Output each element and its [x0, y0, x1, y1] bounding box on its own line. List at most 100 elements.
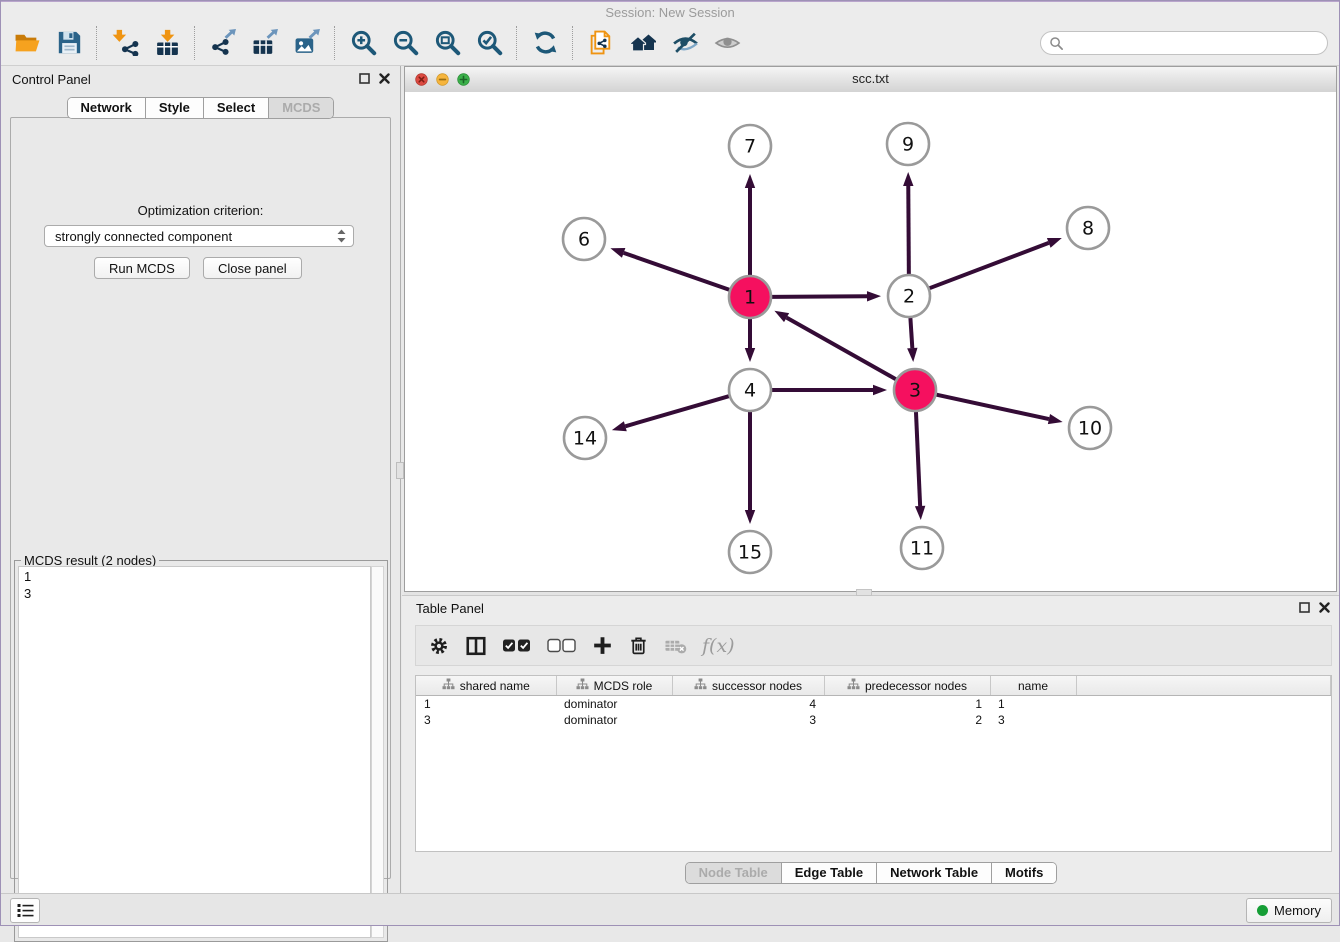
mcds-result-scrollbar[interactable]	[371, 566, 384, 938]
graph-node-7[interactable]: 7	[729, 125, 771, 167]
tab-mcds[interactable]: MCDS	[268, 98, 333, 118]
float-panel-icon[interactable]	[359, 73, 370, 84]
hide-unselected-button[interactable]	[664, 23, 706, 63]
node-table-body: 1dominator4113dominator323	[416, 696, 1331, 729]
column-header-mcds-role[interactable]: MCDS role	[556, 676, 672, 696]
network-window-titlebar[interactable]: scc.txt	[405, 67, 1336, 93]
close-table-panel-icon[interactable]	[1319, 602, 1330, 613]
criterion-dropdown[interactable]: strongly connected component	[44, 225, 354, 247]
deselect-all-button[interactable]	[547, 631, 577, 661]
graph-edge-3-10[interactable]	[936, 395, 1062, 425]
graph-edge-1-7[interactable]	[745, 174, 755, 275]
toolbar-separator	[96, 26, 98, 60]
delete-row-button[interactable]	[628, 631, 649, 661]
column-manager-button[interactable]	[465, 631, 487, 661]
table-cell[interactable]: 1	[990, 696, 1076, 713]
float-table-panel-icon[interactable]	[1299, 602, 1310, 613]
tab-network-table[interactable]: Network Table	[876, 863, 991, 883]
graph-edge-4-3[interactable]	[772, 385, 887, 395]
graph-edge-1-2[interactable]	[772, 291, 881, 301]
table-row[interactable]: 1dominator411	[416, 696, 1331, 713]
delete-table-icon	[664, 635, 687, 656]
delete-table-button[interactable]	[664, 631, 687, 661]
zoom-in-button[interactable]	[342, 23, 384, 63]
graph-node-11[interactable]: 11	[901, 527, 943, 569]
table-toolbar: f(x)	[415, 625, 1332, 666]
zoom-out-button[interactable]	[384, 23, 426, 63]
table-cell[interactable]: 3	[672, 712, 824, 728]
tab-style[interactable]: Style	[145, 98, 203, 118]
graph-node-14[interactable]: 14	[564, 417, 606, 459]
zoom-fit-button[interactable]	[426, 23, 468, 63]
graph-edge-4-15[interactable]	[745, 412, 755, 524]
graph-edge-2-3[interactable]	[907, 318, 917, 362]
export-image-button[interactable]	[286, 23, 328, 63]
graph-node-6[interactable]: 6	[563, 218, 605, 260]
graph-edge-3-11[interactable]	[915, 412, 925, 520]
import-table-button[interactable]	[146, 23, 188, 63]
tab-edge-table[interactable]: Edge Table	[781, 863, 876, 883]
graph-node-10[interactable]: 10	[1069, 407, 1111, 449]
graph-edge-1-4[interactable]	[745, 319, 755, 362]
node-table-header-row: shared nameMCDS rolesuccessor nodesprede…	[416, 676, 1331, 696]
graph-node-1[interactable]: 1	[729, 276, 771, 318]
search-input[interactable]	[1068, 32, 1327, 54]
export-table-button[interactable]	[244, 23, 286, 63]
graph-node-2[interactable]: 2	[888, 275, 930, 317]
home-layout-button[interactable]	[622, 23, 664, 63]
graph-node-3[interactable]: 3	[894, 369, 936, 411]
table-cell[interactable]: 1	[824, 696, 990, 713]
column-header-name[interactable]: name	[990, 676, 1076, 696]
network-graph[interactable]: 7 9 6 8 1 2 4 3 14 10 15 11	[405, 92, 1336, 591]
graph-node-15[interactable]: 15	[729, 531, 771, 573]
column-header-shared-name[interactable]: shared name	[416, 676, 556, 696]
graph-edge-4-14[interactable]	[612, 396, 729, 431]
close-panel-button[interactable]: Close panel	[203, 257, 302, 279]
table-cell[interactable]: dominator	[556, 712, 672, 728]
zoom-selected-button[interactable]	[468, 23, 510, 63]
graph-edge-1-6[interactable]	[610, 248, 729, 290]
tab-node-table[interactable]: Node Table	[686, 863, 781, 883]
add-row-button[interactable]	[592, 631, 613, 661]
vertical-splitter-handle[interactable]	[396, 462, 404, 479]
copy-network-button[interactable]	[580, 23, 622, 63]
column-header-predecessor-nodes[interactable]: predecessor nodes	[824, 676, 990, 696]
optimization-label: Optimization criterion:	[0, 203, 401, 218]
search-box[interactable]	[1040, 31, 1328, 55]
tab-motifs[interactable]: Motifs	[991, 863, 1056, 883]
graph-node-8[interactable]: 8	[1067, 207, 1109, 249]
graph-node-4[interactable]: 4	[729, 369, 771, 411]
open-session-button[interactable]	[6, 23, 48, 63]
network-canvas[interactable]: 7 9 6 8 1 2 4 3 14 10 15 11	[405, 92, 1336, 591]
run-mcds-button[interactable]: Run MCDS	[94, 257, 190, 279]
save-session-button[interactable]	[48, 23, 90, 63]
node-table-grid: shared nameMCDS rolesuccessor nodesprede…	[416, 676, 1331, 728]
function-builder-button[interactable]: f(x)	[702, 631, 735, 661]
horizontal-splitter-handle[interactable]	[856, 589, 872, 596]
table-options-button[interactable]	[428, 631, 450, 661]
table-cell[interactable]: dominator	[556, 696, 672, 713]
table-cell[interactable]: 2	[824, 712, 990, 728]
table-cell[interactable]: 4	[672, 696, 824, 713]
tab-select[interactable]: Select	[203, 98, 268, 118]
graph-node-9[interactable]: 9	[887, 123, 929, 165]
table-cell[interactable]: 1	[416, 696, 556, 713]
tab-network[interactable]: Network	[68, 98, 145, 118]
select-all-button[interactable]	[502, 631, 532, 661]
import-network-button[interactable]	[104, 23, 146, 63]
refresh-view-button[interactable]	[524, 23, 566, 63]
column-header-successor-nodes[interactable]: successor nodes	[672, 676, 824, 696]
open-session-icon	[14, 29, 41, 56]
task-history-button[interactable]	[10, 898, 40, 923]
table-cell[interactable]: 3	[416, 712, 556, 728]
table-cell[interactable]: 3	[990, 712, 1076, 728]
graph-edge-2-8[interactable]	[930, 238, 1062, 288]
mcds-result-area[interactable]: 1 3	[18, 566, 371, 938]
table-row[interactable]: 3dominator323	[416, 712, 1331, 728]
show-all-button[interactable]	[706, 23, 748, 63]
close-panel-icon[interactable]	[379, 73, 390, 84]
graph-edge-2-9[interactable]	[903, 172, 913, 274]
graph-edge-3-1[interactable]	[774, 311, 895, 379]
memory-button[interactable]: Memory	[1246, 898, 1332, 923]
export-network-button[interactable]	[202, 23, 244, 63]
